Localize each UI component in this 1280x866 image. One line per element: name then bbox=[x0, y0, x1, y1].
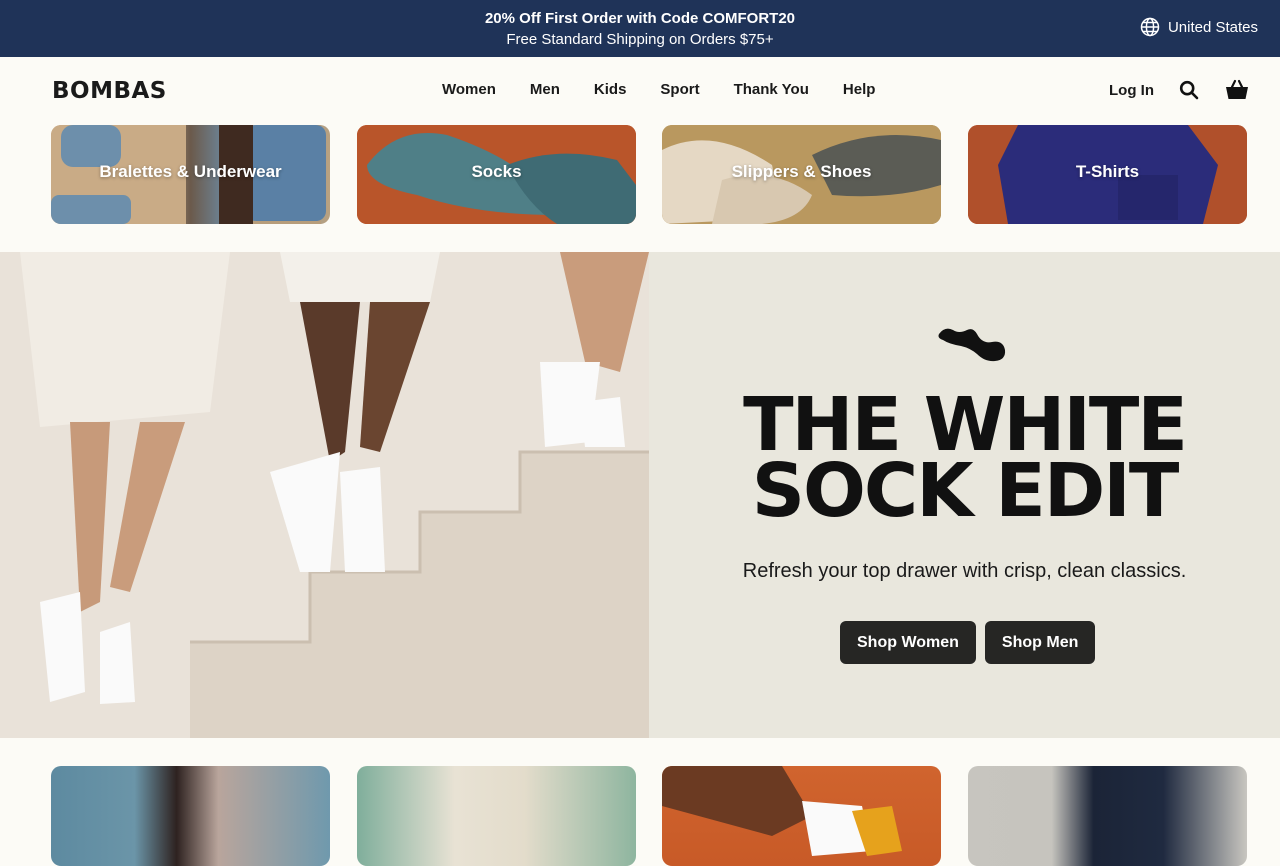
feature-photo bbox=[662, 766, 902, 856]
locale-selector[interactable]: United States bbox=[1140, 17, 1258, 37]
login-link[interactable]: Log In bbox=[1109, 82, 1154, 99]
header-actions: Log In bbox=[1109, 77, 1250, 103]
feature-card-4[interactable] bbox=[968, 766, 1247, 866]
feature-card-2[interactable] bbox=[357, 766, 636, 866]
hero-image[interactable] bbox=[0, 252, 649, 738]
category-card-socks[interactable]: Socks bbox=[357, 125, 636, 224]
brand-logo[interactable]: BOMBAS bbox=[52, 78, 167, 104]
category-card-bralettes-underwear[interactable]: Bralettes & Underwear bbox=[51, 125, 330, 224]
category-card-slippers-shoes[interactable]: Slippers & Shoes bbox=[662, 125, 941, 224]
shopping-basket-icon[interactable] bbox=[1224, 77, 1250, 103]
nav-item-men[interactable]: Men bbox=[530, 81, 560, 98]
hero-banner: THE WHITE SOCK EDIT Refresh your top dra… bbox=[0, 252, 1280, 738]
site-header: BOMBAS Women Men Kids Sport Thank You He… bbox=[0, 57, 1280, 123]
hero-content: THE WHITE SOCK EDIT Refresh your top dra… bbox=[649, 252, 1280, 738]
hero-title: THE WHITE SOCK EDIT bbox=[649, 388, 1280, 528]
feature-card-3[interactable] bbox=[662, 766, 941, 866]
globe-icon bbox=[1140, 17, 1160, 37]
promo-bar: 20% Off First Order with Code COMFORT20 … bbox=[0, 0, 1280, 57]
main-nav: Women Men Kids Sport Thank You Help bbox=[442, 81, 875, 98]
sock-icon bbox=[938, 328, 1006, 362]
shop-women-button[interactable]: Shop Women bbox=[840, 621, 976, 664]
promo-line-2: Free Standard Shipping on Orders $75+ bbox=[506, 31, 774, 48]
nav-item-women[interactable]: Women bbox=[442, 81, 496, 98]
category-label: Bralettes & Underwear bbox=[99, 162, 282, 181]
search-icon[interactable] bbox=[1176, 77, 1202, 103]
shop-men-button[interactable]: Shop Men bbox=[984, 621, 1096, 664]
feature-card-1[interactable] bbox=[51, 766, 330, 866]
hero-buttons: Shop Women Shop Men bbox=[840, 621, 1096, 664]
feature-card-row bbox=[51, 766, 1247, 866]
hero-photo bbox=[0, 252, 649, 738]
nav-item-sport[interactable]: Sport bbox=[660, 81, 699, 98]
nav-item-kids[interactable]: Kids bbox=[594, 81, 627, 98]
locale-label: United States bbox=[1167, 18, 1258, 36]
category-card-t-shirts[interactable]: T-Shirts bbox=[968, 125, 1247, 224]
nav-item-thank-you[interactable]: Thank You bbox=[734, 81, 809, 98]
promo-message[interactable]: 20% Off First Order with Code COMFORT20 … bbox=[0, 8, 1280, 50]
category-row: Bralettes & Underwear Socks Slippers & S… bbox=[51, 125, 1247, 224]
category-label: Slippers & Shoes bbox=[731, 162, 872, 181]
hero-subtitle: Refresh your top drawer with crisp, clea… bbox=[742, 560, 1187, 582]
category-label: T-Shirts bbox=[1075, 162, 1140, 181]
nav-item-help[interactable]: Help bbox=[843, 81, 876, 98]
category-label: Socks bbox=[471, 162, 522, 181]
promo-line-1: 20% Off First Order with Code COMFORT20 bbox=[484, 10, 796, 27]
